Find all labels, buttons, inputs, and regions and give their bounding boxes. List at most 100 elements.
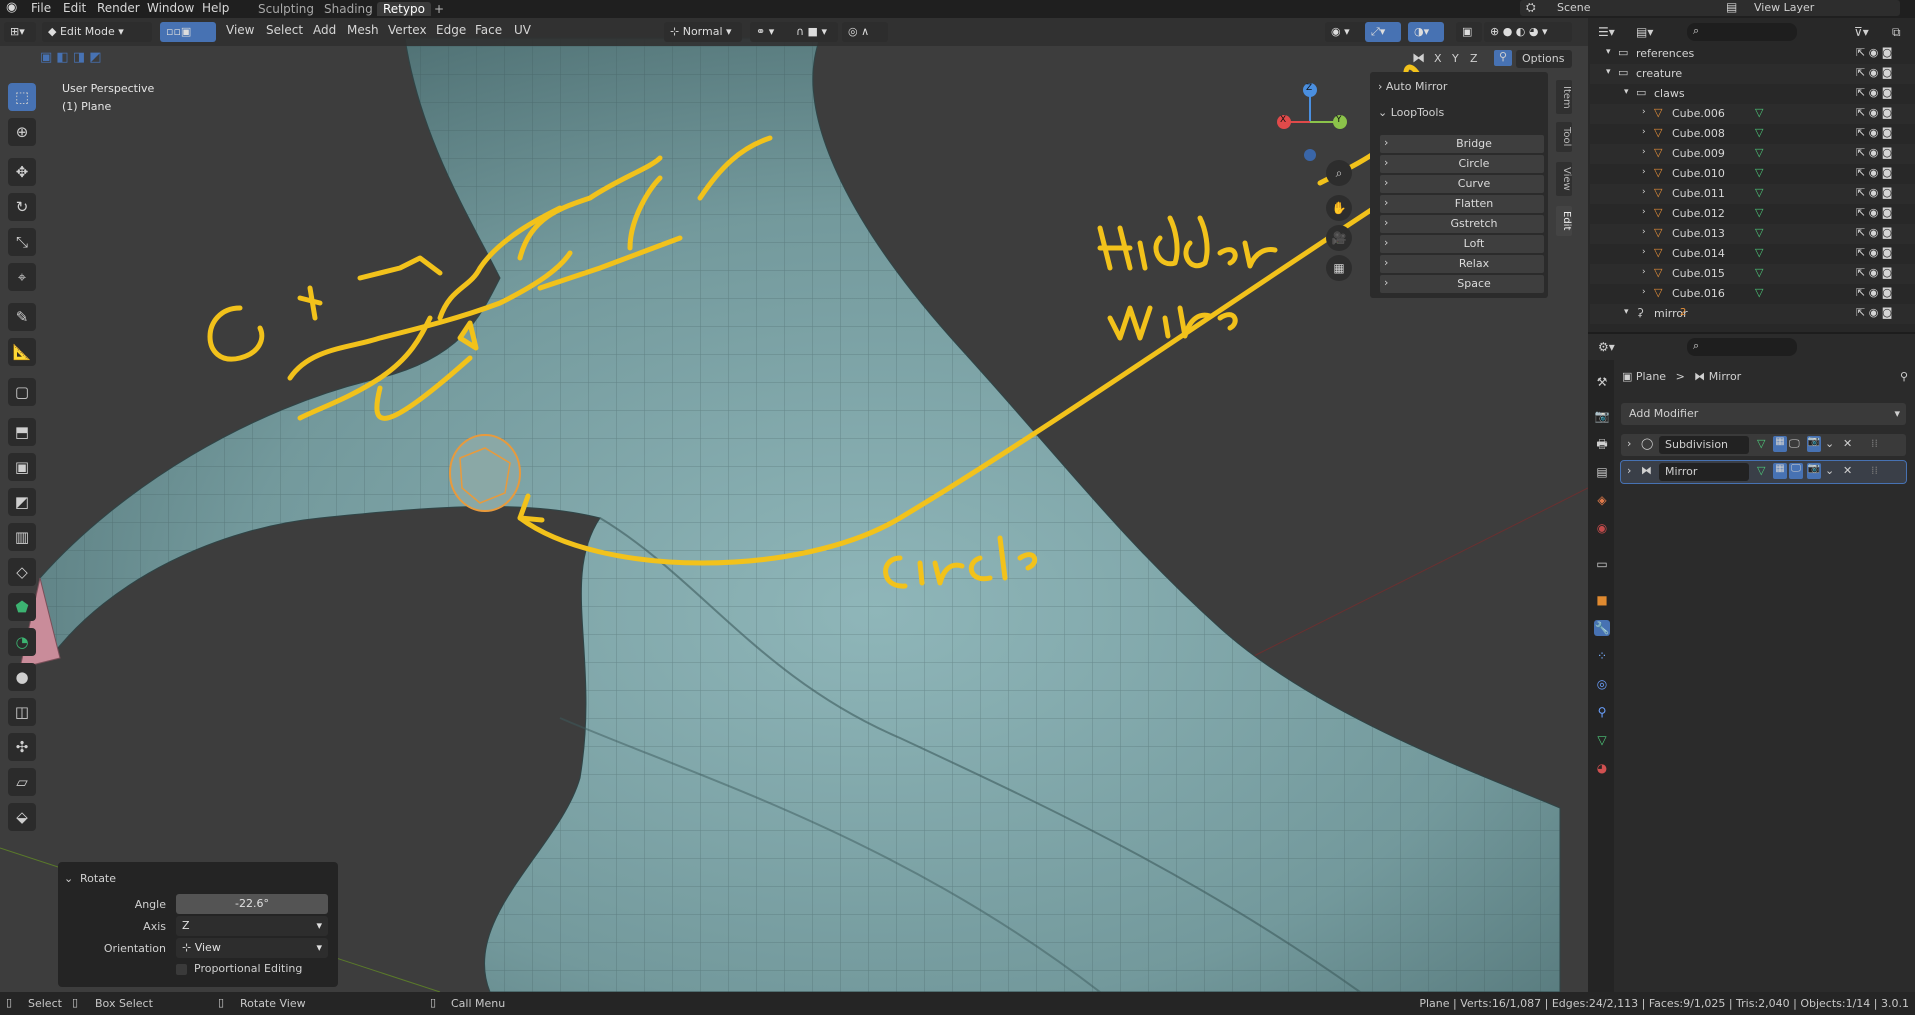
visibility-toggle-icons[interactable]: ⇱ ◉ ◙	[1856, 246, 1892, 259]
render-toggle-icon[interactable]: 📷	[1807, 463, 1821, 479]
render-toggle-icon[interactable]: 📷	[1807, 436, 1821, 452]
transform-orientation-dropdown[interactable]: ⊹ Normal ▾	[664, 22, 742, 42]
smooth-tool[interactable]: ●	[8, 663, 36, 691]
select-tool[interactable]: ⬚	[8, 83, 36, 111]
mesh-data-icon[interactable]: ▽	[1755, 226, 1763, 239]
axis-dropdown[interactable]: Z ▾	[176, 916, 328, 936]
looptools-loft[interactable]: › Loft	[1380, 235, 1544, 253]
properties-search[interactable]: ⌕	[1687, 338, 1797, 356]
on-cage-icon[interactable]: ▽	[1757, 437, 1765, 450]
outliner-row[interactable]: › ▽ Cube.011 ▽ ⇱ ◉ ◙	[1590, 184, 1915, 204]
expand-toggle-icon[interactable]: ▾	[1606, 67, 1611, 77]
outliner-row[interactable]: › ▽ Cube.015 ▽ ⇱ ◉ ◙	[1590, 264, 1915, 284]
outliner-search[interactable]: ⌕	[1687, 23, 1797, 41]
outliner-row[interactable]: › ▽ Cube.012 ▽ ⇱ ◉ ◙	[1590, 204, 1915, 224]
mesh-data-icon[interactable]: ▽	[1755, 106, 1763, 119]
expand-toggle-icon[interactable]: ▾	[1624, 87, 1629, 97]
mode-dropdown[interactable]: ◆ Edit Mode ▾	[42, 22, 152, 42]
blender-logo-icon[interactable]: ◉	[6, 0, 17, 15]
poly-build-tool[interactable]: ⬟	[8, 593, 36, 621]
visibility-toggle-icons[interactable]: ⇱ ◉ ◙	[1856, 86, 1892, 99]
pin-icon[interactable]: ⚲	[1494, 50, 1512, 66]
expand-toggle-icon[interactable]: ›	[1642, 267, 1646, 277]
visibility-toggle-icons[interactable]: ⇱ ◉ ◙	[1856, 46, 1892, 59]
visibility-toggle-icons[interactable]: ⇱ ◉ ◙	[1856, 206, 1892, 219]
navigation-gizmo[interactable]: Z Y X	[1270, 80, 1360, 170]
collection-tab-icon[interactable]: ▭	[1594, 556, 1610, 572]
measure-tool[interactable]: 📐	[8, 338, 36, 366]
display-mode-icon[interactable]: ▤▾	[1636, 25, 1653, 39]
cursor-tool[interactable]: ⊕	[8, 118, 36, 146]
camera-view-button[interactable]: 🎥	[1326, 225, 1352, 251]
menu-render[interactable]: Render	[97, 1, 140, 15]
pin-icon[interactable]: ⚲	[1900, 370, 1908, 383]
visibility-toggle-icons[interactable]: ⇱ ◉ ◙	[1856, 166, 1892, 179]
pan-view-button[interactable]: ✋	[1326, 195, 1352, 221]
menu-vertex[interactable]: Vertex	[388, 23, 427, 37]
select-mode-buttons[interactable]: ▫▫▣	[160, 22, 216, 42]
tab-retypo[interactable]: Retypo	[377, 2, 431, 16]
auto-mirror-panel-header[interactable]: › Auto Mirror	[1378, 80, 1447, 93]
select-box-modes[interactable]: ▣ ◧ ◨ ◩	[40, 50, 136, 68]
properties-editor-icon[interactable]: ⚙▾	[1598, 340, 1615, 354]
visibility-toggle-icons[interactable]: ⇱ ◉ ◙	[1856, 126, 1892, 139]
constraints-tab-icon[interactable]: ⚲	[1594, 704, 1610, 720]
chevron-right-icon[interactable]: ›	[1627, 437, 1631, 450]
chevron-down-icon[interactable]: ⌄	[64, 872, 73, 885]
annotate-tool[interactable]: ✎	[8, 303, 36, 331]
inset-tool[interactable]: ▣	[8, 453, 36, 481]
mesh-data-icon[interactable]: ▽	[1755, 246, 1763, 259]
viewport-display-icon[interactable]: 🖵	[1789, 437, 1800, 451]
close-icon[interactable]: ✕	[1843, 437, 1852, 450]
expand-toggle-icon[interactable]: ›	[1642, 207, 1646, 217]
snap-button[interactable]: ∩ ■ ▾	[790, 22, 838, 42]
gizmo-toggle[interactable]: ⤢▾	[1365, 22, 1401, 42]
viewport-display-icon[interactable]: 🖵	[1789, 463, 1803, 479]
mesh-data-icon[interactable]: ▽	[1755, 286, 1763, 299]
menu-edit[interactable]: Edit	[63, 1, 86, 15]
looptools-panel-header[interactable]: ⌄ LoopTools	[1378, 106, 1444, 119]
tab-shading[interactable]: Shading	[324, 2, 373, 16]
overlay-toggle[interactable]: ◑▾	[1408, 22, 1444, 42]
modifier-mirror[interactable]: › ⧓ Mirror ▽ ▦ 🖵 📷 ⌄ ✕ ⁞⁞	[1620, 460, 1907, 484]
view-layer-tab-icon[interactable]: ▤	[1594, 464, 1610, 480]
chevron-right-icon[interactable]: ›	[1627, 464, 1631, 477]
editor-type-button[interactable]: ⊞▾	[4, 22, 36, 42]
outliner-row[interactable]: › ▽ Cube.006 ▽ ⇱ ◉ ◙	[1590, 104, 1915, 124]
proportional-checkbox[interactable]	[176, 964, 187, 975]
tab-view[interactable]: View	[1556, 162, 1572, 196]
visibility-toggle-icons[interactable]: ⇱ ◉ ◙	[1856, 226, 1892, 239]
visibility-toggle-icons[interactable]: ⇱ ◉ ◙	[1856, 106, 1892, 119]
expand-toggle-icon[interactable]: ▾	[1606, 47, 1611, 57]
bevel-tool[interactable]: ◩	[8, 488, 36, 516]
drag-handle-icon[interactable]: ⁞⁞	[1871, 464, 1878, 477]
modifier-subdivision[interactable]: › ◯ Subdivision ▽ ▦ 🖵 📷 ⌄ ✕ ⁞⁞	[1621, 434, 1906, 456]
tab-tool[interactable]: Tool	[1556, 122, 1572, 152]
edit-mode-toggle-icon[interactable]: ▦	[1773, 463, 1787, 479]
chevron-down-icon[interactable]: ⌄	[1825, 437, 1834, 450]
expand-toggle-icon[interactable]: ›	[1642, 287, 1646, 297]
knife-tool[interactable]: ◇	[8, 558, 36, 586]
mesh-data-icon[interactable]: ▽	[1755, 146, 1763, 159]
shear-tool[interactable]: ▱	[8, 768, 36, 796]
menu-help[interactable]: Help	[202, 1, 229, 15]
looptools-space[interactable]: › Space	[1380, 275, 1544, 293]
menu-file[interactable]: File	[31, 1, 51, 15]
add-cube-tool[interactable]: ▢	[8, 378, 36, 406]
view-layer-selector[interactable]: ▤ View Layer	[1720, 0, 1900, 16]
angle-field[interactable]: -22.6°	[176, 894, 328, 914]
loop-cut-tool[interactable]: ▥	[8, 523, 36, 551]
expand-toggle-icon[interactable]: ›	[1642, 167, 1646, 177]
axis-x-toggle[interactable]: X	[1434, 52, 1442, 65]
looptools-circle[interactable]: › Circle	[1380, 155, 1544, 173]
scene-selector[interactable]: ⛭ Scene	[1520, 0, 1740, 16]
proportional-edit-button[interactable]: ◎ ∧	[842, 22, 888, 42]
mesh-data-icon[interactable]: ▽	[1755, 266, 1763, 279]
render-tab-icon[interactable]: 📷	[1594, 408, 1610, 424]
axis-z-toggle[interactable]: Z	[1470, 52, 1478, 65]
chevron-down-icon[interactable]: ⌄	[1825, 464, 1834, 477]
outliner-row[interactable]: ▾ ▭ references ⇱ ◉ ◙	[1590, 44, 1915, 64]
transform-tool[interactable]: ⌖	[8, 263, 36, 291]
filter-icon[interactable]: ⊽▾	[1854, 25, 1869, 39]
object-tab-icon[interactable]: ■	[1594, 592, 1610, 608]
